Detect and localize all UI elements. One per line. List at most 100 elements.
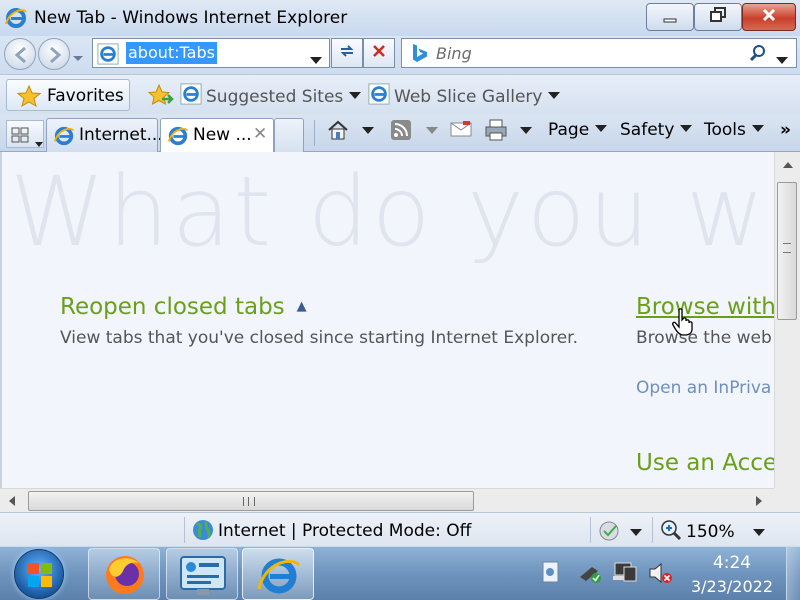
compatibility-icon[interactable] (598, 520, 622, 546)
vertical-scrollbar[interactable] (774, 152, 800, 488)
address-bar[interactable]: about:Tabs (92, 38, 330, 68)
close-window-button[interactable] (742, 3, 796, 31)
minimize-icon (662, 8, 678, 27)
internet-explorer-icon (167, 125, 189, 151)
start-button[interactable] (14, 549, 64, 599)
open-inprivate-link[interactable]: Open an InPriva (636, 378, 771, 398)
reopen-description: View tabs that you've closed since start… (60, 328, 579, 348)
clock-time[interactable]: 4:24 (690, 553, 774, 573)
favorites-label: Favorites (47, 86, 124, 106)
minimize-button[interactable] (646, 3, 694, 31)
favorites-bar: Favorites Suggested Sites Web Slice Gall… (0, 74, 800, 114)
chevron-down-icon (548, 92, 561, 99)
grip-icon (243, 497, 255, 506)
collapse-up-icon[interactable]: ▲ (297, 299, 307, 314)
taskbar: 4:24 3/23/2022 (0, 546, 800, 600)
page-watermark: What do you want to (10, 156, 774, 268)
internet-explorer-icon (180, 83, 202, 110)
address-url[interactable]: about:Tabs (126, 42, 217, 64)
web-slice-gallery-link[interactable]: Web Slice Gallery (368, 83, 561, 110)
taskbar-internet-explorer-button[interactable] (242, 548, 314, 600)
stop-button[interactable] (363, 38, 395, 68)
scroll-left-icon[interactable] (9, 496, 15, 506)
add-to-favorites-bar-icon[interactable] (147, 83, 174, 111)
refresh-icon (338, 43, 356, 63)
restore-button[interactable] (694, 3, 742, 31)
close-icon (761, 7, 777, 27)
taskbar-control-panel-button[interactable] (166, 548, 238, 600)
forward-button[interactable] (38, 38, 70, 70)
window-title: New Tab - Windows Internet Explorer (34, 8, 348, 28)
firefox-icon (106, 556, 144, 594)
globe-icon (192, 519, 214, 545)
reopen-closed-tabs-link[interactable]: Reopen closed tabs ▲ (60, 294, 307, 320)
feeds-dropdown[interactable] (426, 127, 438, 134)
print-dropdown[interactable] (520, 127, 532, 134)
clock-date[interactable]: 3/23/2022 (690, 577, 774, 596)
search-icon[interactable] (748, 43, 768, 67)
new-tab-button[interactable] (274, 118, 304, 152)
home-dropdown[interactable] (362, 127, 374, 134)
accelerator-heading[interactable]: Use an Acce (636, 450, 774, 476)
scroll-right-icon[interactable] (756, 496, 762, 506)
search-options-dropdown[interactable] (776, 50, 788, 69)
scroll-corner (774, 488, 800, 512)
internet-explorer-icon (53, 125, 75, 151)
zoom-icon[interactable] (660, 519, 682, 545)
zoom-level[interactable]: 150% (686, 522, 735, 542)
zoom-dropdown[interactable] (753, 529, 765, 536)
tab-internet[interactable]: Internet... (46, 118, 163, 152)
windows-logo-icon (28, 563, 52, 587)
control-panel-icon (180, 556, 226, 595)
zone-dropdown[interactable] (630, 529, 642, 536)
suggested-sites-link[interactable]: Suggested Sites (180, 83, 362, 110)
horizontal-scrollbar[interactable] (0, 488, 774, 512)
tab-label: New ... (193, 125, 252, 145)
chevron-down-icon (349, 92, 362, 99)
show-desktop-button[interactable] (786, 547, 800, 600)
address-dropdown[interactable] (310, 50, 322, 69)
read-mail-icon[interactable] (450, 119, 472, 143)
tab-new-tab[interactable]: New ... ✕ (160, 118, 274, 152)
action-center-icon[interactable] (540, 561, 562, 589)
chevron-down-icon (751, 125, 764, 132)
title-bar: New Tab - Windows Internet Explorer (0, 0, 800, 36)
network-icon[interactable] (612, 561, 638, 589)
star-icon (16, 84, 42, 111)
horizontal-scroll-thumb[interactable] (28, 491, 474, 511)
search-box[interactable]: Bing (401, 38, 797, 68)
divider (314, 120, 315, 146)
vertical-scroll-thumb[interactable] (777, 182, 797, 320)
security-zone-text[interactable]: Internet | Protected Mode: Off (218, 521, 471, 541)
page-menu[interactable]: Page (548, 120, 608, 140)
feeds-icon[interactable] (390, 119, 412, 145)
more-commands-icon[interactable]: » (780, 120, 791, 140)
safety-menu[interactable]: Safety (620, 120, 693, 140)
refresh-button[interactable] (331, 38, 363, 68)
safely-remove-hardware-icon[interactable] (578, 561, 602, 589)
taskbar-firefox-button[interactable] (88, 548, 160, 600)
hand-cursor-icon (672, 308, 694, 340)
volume-muted-icon[interactable] (648, 561, 674, 589)
quick-tabs-icon (11, 127, 29, 147)
print-icon[interactable] (484, 119, 508, 145)
favorites-button[interactable]: Favorites (6, 79, 130, 111)
grip-icon (783, 243, 791, 253)
tab-list-dropdown[interactable] (35, 133, 43, 152)
scroll-up-icon[interactable] (783, 162, 793, 168)
tools-menu[interactable]: Tools (704, 120, 764, 140)
internet-explorer-icon (4, 6, 28, 34)
divider (652, 517, 653, 543)
page-icon (97, 43, 119, 69)
back-button[interactable] (4, 38, 36, 70)
navigation-bar: about:Tabs Bing (0, 36, 800, 74)
recent-pages-dropdown[interactable] (72, 48, 84, 67)
chevron-down-icon (595, 125, 608, 132)
browse-inprivate-heading[interactable]: Browse with (636, 294, 774, 320)
home-icon[interactable] (326, 119, 350, 145)
suggested-sites-label: Suggested Sites (206, 87, 344, 107)
chevron-down-icon (680, 125, 693, 132)
close-tab-icon[interactable]: ✕ (253, 124, 267, 144)
quick-tabs-button[interactable] (6, 120, 44, 148)
page-menu-label: Page (548, 120, 590, 140)
